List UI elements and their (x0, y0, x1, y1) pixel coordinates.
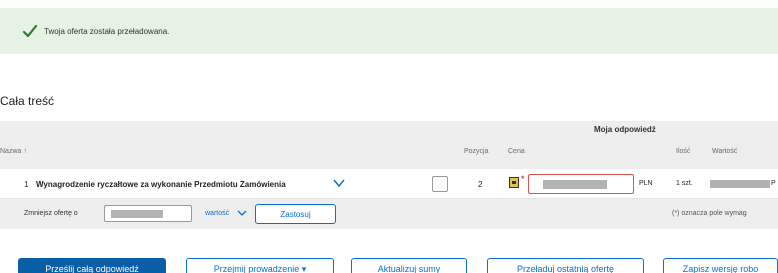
success-banner: Twoja oferta została przeładowana. (0, 8, 778, 54)
reduce-mode-dropdown[interactable]: wartość (205, 210, 229, 217)
redacted-value (111, 210, 163, 218)
attachment-icon[interactable] (509, 177, 519, 188)
row-position: 2 (478, 180, 483, 189)
redacted-value (543, 180, 607, 189)
column-header-value: Wartość (712, 148, 738, 155)
success-message: Twoja oferta została przeładowana. (44, 27, 170, 36)
column-header-price: Cena (508, 148, 525, 155)
take-over-button[interactable]: Przejmij prowadzenie ▾ (186, 258, 334, 273)
my-response-header: Moja odpowiedź (594, 125, 656, 134)
row-checkbox[interactable] (432, 176, 448, 192)
checkmark-icon (22, 24, 38, 38)
table-row: 1 Wynagrodzenie ryczałtowe za wykonanie … (0, 169, 778, 199)
chevron-down-icon[interactable] (333, 178, 345, 188)
column-header-name[interactable]: Nazwa ↑ (0, 148, 27, 155)
required-marker: * (521, 174, 525, 184)
save-draft-button[interactable]: Zapisz wersję robo (663, 258, 778, 273)
apply-button[interactable]: Zastosuj (255, 204, 336, 224)
value-suffix: P (771, 180, 776, 187)
currency-label: PLN (639, 180, 653, 187)
price-input[interactable] (528, 174, 634, 194)
reduce-offer-label: Zmniejsz ofertę o (24, 210, 78, 217)
update-sums-button[interactable]: Aktualizuj sumy (351, 258, 467, 273)
table-header (0, 121, 778, 169)
reload-last-offer-button[interactable]: Przeładuj ostatnią ofertę (487, 258, 644, 273)
row-number: 1 (24, 180, 29, 189)
column-header-quantity: Ilość (676, 148, 691, 155)
chevron-down-icon[interactable] (237, 209, 247, 217)
redacted-value (710, 180, 770, 188)
quantity-value: 1 szt. (676, 180, 693, 187)
reduce-offer-input[interactable] (104, 205, 192, 222)
reduce-offer-row: Zmniejsz ofertę o wartość Zastosuj (*) o… (0, 199, 778, 229)
item-title: Wynagrodzenie ryczałtowe za wykonanie Pr… (36, 180, 286, 189)
column-header-position: Pozycja (464, 148, 489, 155)
required-note: (*) oznacza pole wymag (672, 210, 747, 217)
section-title: Cała treść (0, 94, 55, 108)
send-all-button[interactable]: Prześlij całą odpowiedź (18, 258, 166, 273)
